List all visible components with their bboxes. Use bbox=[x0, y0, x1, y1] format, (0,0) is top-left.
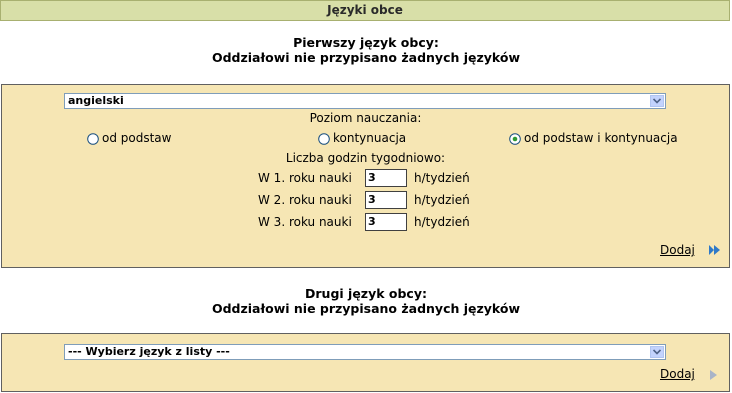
chevron-down-icon[interactable] bbox=[650, 95, 664, 107]
year2-unit: h/tydzień bbox=[414, 193, 470, 207]
year3-hours-input[interactable]: 3 bbox=[365, 213, 407, 231]
level-label: Poziom nauczania: bbox=[309, 111, 422, 125]
hours-label: Liczba godzin tygodniowo: bbox=[285, 151, 446, 165]
second-language-panel: --- Wybierz język z listy --- Dodaj bbox=[1, 333, 730, 392]
add-second-language-link[interactable]: Dodaj bbox=[660, 367, 695, 382]
add-first-language-link[interactable]: Dodaj bbox=[660, 243, 695, 258]
year3-unit: h/tydzień bbox=[414, 215, 470, 229]
year1-unit: h/tydzień bbox=[414, 171, 470, 185]
radio-kontynuacja[interactable] bbox=[318, 133, 330, 145]
play-icon-disabled[interactable] bbox=[708, 369, 722, 381]
page-header: Języki obce bbox=[0, 0, 730, 21]
play-icon[interactable] bbox=[708, 244, 722, 256]
section1-subtitle: Oddziałowi nie przypisano żadnych językó… bbox=[211, 50, 521, 65]
year1-hours-input[interactable]: 3 bbox=[365, 169, 407, 187]
first-language-select[interactable]: angielski bbox=[64, 93, 666, 109]
year2-hours-input[interactable]: 3 bbox=[365, 191, 407, 209]
section2-title: Drugi język obcy: bbox=[305, 286, 427, 301]
radio-od-podstaw[interactable] bbox=[87, 133, 99, 145]
first-language-panel: angielski Poziom nauczania: od podstaw k… bbox=[1, 84, 730, 268]
section2-subtitle: Oddziałowi nie przypisano żadnych językó… bbox=[211, 301, 521, 316]
chevron-down-icon[interactable] bbox=[650, 346, 664, 358]
year1-label: W 1. roku nauki bbox=[258, 171, 352, 185]
first-language-select-value: angielski bbox=[68, 94, 124, 107]
radio-od-podstaw-i-kontynuacja-label[interactable]: od podstaw i kontynuacja bbox=[524, 131, 678, 146]
radio-od-podstaw-i-kontynuacja[interactable] bbox=[509, 133, 521, 145]
radio-od-podstaw-label[interactable]: od podstaw bbox=[102, 131, 171, 146]
radio-kontynuacja-label[interactable]: kontynuacja bbox=[333, 131, 406, 146]
second-language-select-value: --- Wybierz język z listy --- bbox=[68, 345, 230, 358]
year3-label: W 3. roku nauki bbox=[258, 215, 352, 229]
year2-label: W 2. roku nauki bbox=[258, 193, 352, 207]
second-language-select[interactable]: --- Wybierz język z listy --- bbox=[64, 344, 666, 360]
section1-title: Pierwszy język obcy: bbox=[293, 35, 439, 50]
